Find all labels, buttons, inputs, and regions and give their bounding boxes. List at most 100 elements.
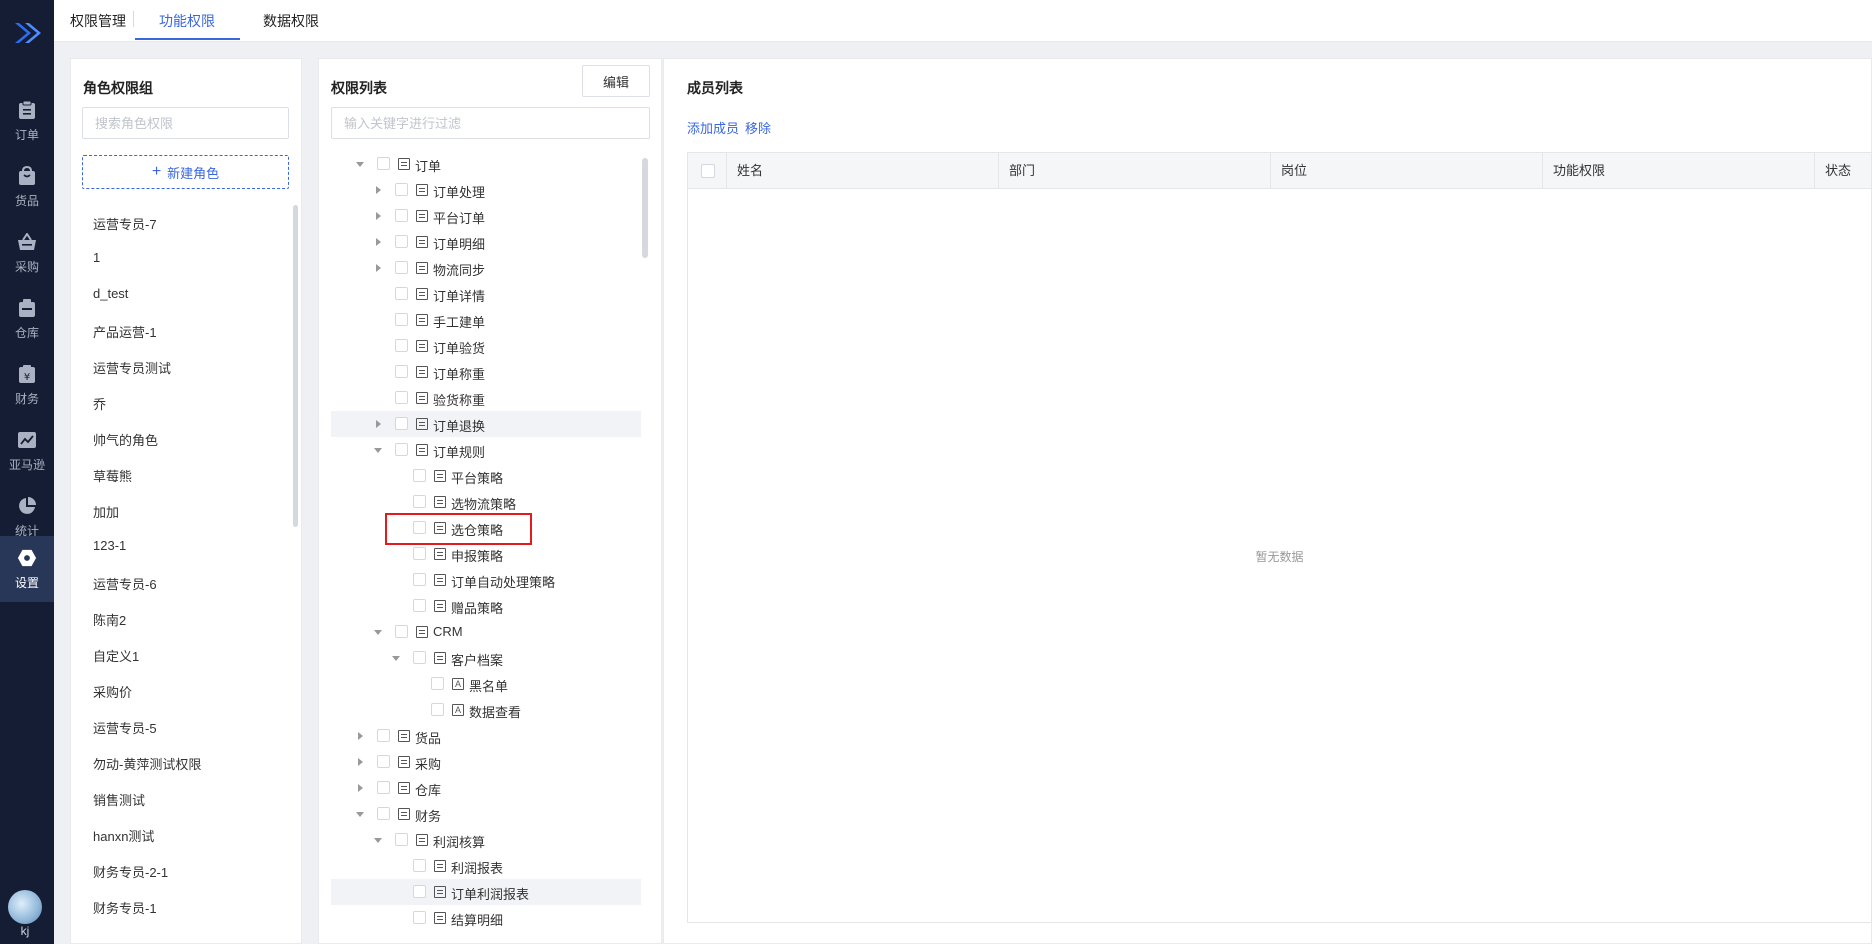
tree-node-checkbox[interactable]	[413, 599, 426, 612]
roles-scrollbar[interactable]	[293, 205, 298, 527]
tree-node-checkbox[interactable]	[413, 911, 426, 924]
role-list-item[interactable]: hanxn测试	[93, 826, 154, 845]
tree-node[interactable]: 订单明细	[331, 229, 641, 255]
tree-node-checkbox[interactable]	[413, 495, 426, 508]
caret-down-icon[interactable]	[354, 808, 366, 820]
tree-node-checkbox[interactable]	[395, 183, 408, 196]
role-list-item[interactable]: 财务专员-1	[93, 898, 157, 917]
role-list-item[interactable]: 草莓熊	[93, 466, 132, 485]
nav-item-purchase[interactable]: 采购	[0, 220, 54, 286]
column-header-name[interactable]: 姓名	[726, 153, 998, 189]
role-list-item[interactable]: 产品运营-1	[93, 322, 157, 341]
caret-right-icon[interactable]	[372, 418, 384, 430]
tree-node[interactable]: 订单自动处理策略	[331, 567, 641, 593]
tree-node[interactable]: 订单利润报表	[331, 879, 641, 905]
tree-node-checkbox[interactable]	[395, 313, 408, 326]
tree-node-checkbox[interactable]	[413, 469, 426, 482]
tree-node-checkbox[interactable]	[395, 339, 408, 352]
nav-item-goods[interactable]: 货品	[0, 154, 54, 220]
tree-node[interactable]: 客户档案	[331, 645, 641, 671]
caret-down-icon[interactable]	[390, 652, 402, 664]
role-list-item[interactable]: 123-1	[93, 538, 126, 553]
column-header-position[interactable]: 岗位	[1270, 153, 1542, 189]
nav-item-orders[interactable]: 订单	[0, 88, 54, 154]
tree-node[interactable]: 货品	[331, 723, 641, 749]
tree-node-checkbox[interactable]	[377, 729, 390, 742]
tree-node-checkbox[interactable]	[395, 261, 408, 274]
nav-item-settings[interactable]: 设置	[0, 536, 54, 602]
tree-node[interactable]: 赠品策略	[331, 593, 641, 619]
logo[interactable]	[0, 0, 54, 66]
tab-function-permissions[interactable]: 功能权限	[159, 11, 215, 31]
tree-node-checkbox[interactable]	[395, 287, 408, 300]
role-list-item[interactable]: 运营专员-5	[93, 718, 157, 737]
tree-node-checkbox[interactable]	[377, 781, 390, 794]
nav-item-amazon[interactable]: 亚马逊	[0, 418, 54, 484]
permissions-scrollbar[interactable]	[642, 158, 648, 258]
tree-node[interactable]: A 数据查看	[331, 697, 641, 723]
role-list-item[interactable]: 财务专员-2-1	[93, 862, 168, 881]
tree-node[interactable]: 物流同步	[331, 255, 641, 281]
tree-node[interactable]: 订单验货	[331, 333, 641, 359]
caret-right-icon[interactable]	[372, 184, 384, 196]
tree-node-checkbox[interactable]	[377, 755, 390, 768]
role-list-item[interactable]: 运营专员-6	[93, 574, 157, 593]
caret-down-icon[interactable]	[372, 834, 384, 846]
tree-node-checkbox[interactable]	[377, 157, 390, 170]
remove-member-link[interactable]: 移除	[745, 121, 771, 136]
tree-node-checkbox[interactable]	[413, 859, 426, 872]
column-header-function-permission[interactable]: 功能权限	[1542, 153, 1814, 189]
tree-node[interactable]: 仓库	[331, 775, 641, 801]
new-role-button[interactable]: + 新建角色	[82, 155, 289, 189]
tree-node-checkbox[interactable]	[413, 885, 426, 898]
caret-right-icon[interactable]	[372, 262, 384, 274]
tree-node-checkbox[interactable]	[377, 807, 390, 820]
tree-node[interactable]: 手工建单	[331, 307, 641, 333]
tree-node-checkbox[interactable]	[395, 833, 408, 846]
tree-node[interactable]: 订单处理	[331, 177, 641, 203]
tree-node-checkbox[interactable]	[395, 209, 408, 222]
tree-node[interactable]: 财务	[331, 801, 641, 827]
caret-right-icon[interactable]	[354, 730, 366, 742]
tree-node[interactable]: 订单详情	[331, 281, 641, 307]
role-list-item[interactable]: 陈南2	[93, 610, 126, 629]
caret-down-icon[interactable]	[372, 444, 384, 456]
tree-node[interactable]: 利润报表	[331, 853, 641, 879]
avatar[interactable]	[8, 890, 42, 924]
tree-node[interactable]: 验货称重	[331, 385, 641, 411]
tree-node[interactable]: CRM	[331, 619, 641, 645]
tree-node[interactable]: 选物流策略	[331, 489, 641, 515]
nav-item-warehouse[interactable]: 仓库	[0, 286, 54, 352]
caret-down-icon[interactable]	[372, 626, 384, 638]
tree-node-checkbox[interactable]	[395, 235, 408, 248]
role-list-item[interactable]: d_test	[93, 286, 128, 301]
tree-node-checkbox[interactable]	[413, 573, 426, 586]
role-list-item[interactable]: 加加	[93, 502, 119, 521]
tab-data-permissions[interactable]: 数据权限	[263, 11, 319, 31]
role-search-input[interactable]	[82, 107, 289, 139]
role-list-item[interactable]: 乔	[93, 394, 106, 413]
tree-node[interactable]: 订单规则	[331, 437, 641, 463]
role-list-item[interactable]: 运营专员-7	[93, 214, 157, 233]
tree-node[interactable]: 采购	[331, 749, 641, 775]
role-list-item[interactable]: 销售测试	[93, 790, 145, 809]
tree-node[interactable]: 平台策略	[331, 463, 641, 489]
tree-node-checkbox[interactable]	[395, 365, 408, 378]
tree-node[interactable]: 平台订单	[331, 203, 641, 229]
role-list-item[interactable]: 1	[93, 250, 100, 265]
add-member-link[interactable]: 添加成员	[687, 121, 739, 136]
tree-node-checkbox[interactable]	[395, 391, 408, 404]
caret-right-icon[interactable]	[354, 782, 366, 794]
column-header-department[interactable]: 部门	[998, 153, 1270, 189]
tree-node-checkbox[interactable]	[395, 417, 408, 430]
tree-node-checkbox[interactable]	[431, 703, 444, 716]
role-list-item[interactable]: 勿动-黄萍测试权限	[93, 754, 201, 773]
tree-node-checkbox[interactable]	[413, 651, 426, 664]
tree-node-checkbox[interactable]	[431, 677, 444, 690]
role-list-item[interactable]: 帅气的角色	[93, 430, 158, 449]
tree-node[interactable]: 订单称重	[331, 359, 641, 385]
role-list-item[interactable]: 运营专员测试	[93, 358, 171, 377]
column-header-status[interactable]: 状态	[1814, 153, 1872, 189]
nav-item-finance[interactable]: ¥ 财务	[0, 352, 54, 418]
tree-node[interactable]: 订单	[331, 151, 641, 177]
